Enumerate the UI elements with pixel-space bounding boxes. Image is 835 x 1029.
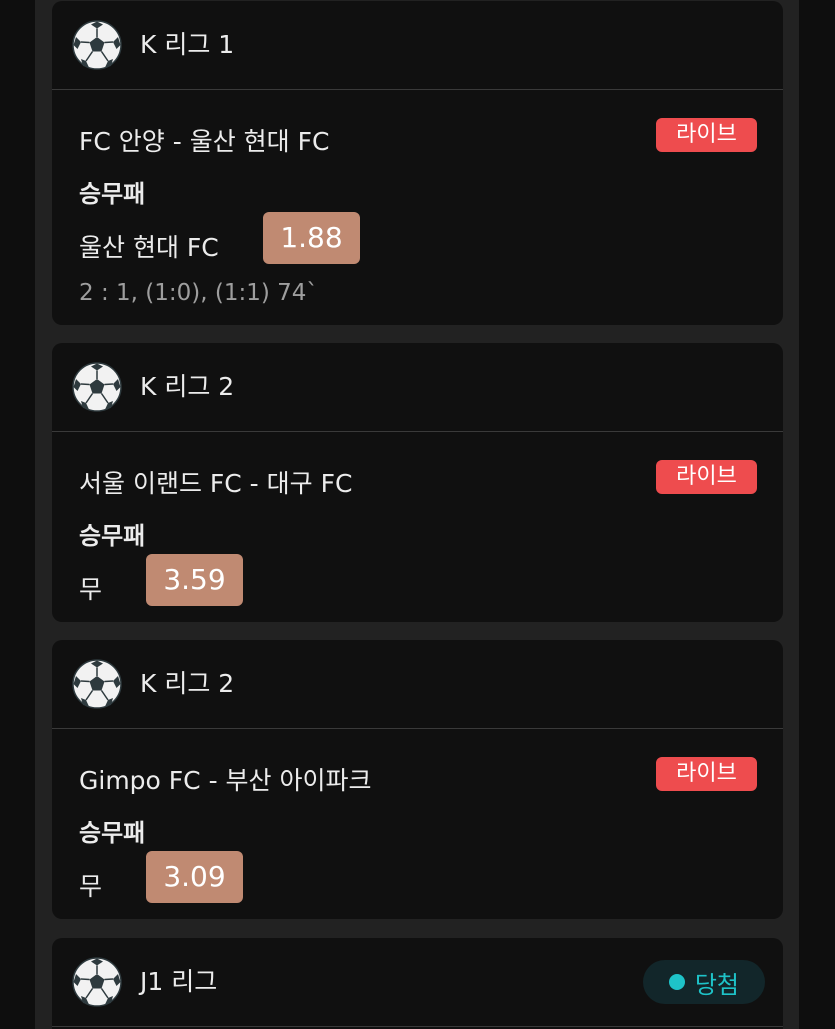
selected-pick: 울산 현대 FC xyxy=(79,233,219,262)
status-text: 당첨 xyxy=(694,970,739,999)
card-header: K 리그 2 xyxy=(52,343,783,432)
match-title: FC 안양 - 울산 현대 FC xyxy=(79,127,330,156)
bet-card[interactable]: J1 리그 당첨 xyxy=(52,938,783,1029)
odds-value: 3.09 xyxy=(146,851,243,903)
live-badge: 라이브 xyxy=(656,460,757,494)
soccer-ball-icon xyxy=(72,957,122,1007)
card-header: K 리그 1 xyxy=(52,1,783,90)
league-name: K 리그 1 xyxy=(140,30,235,59)
match-title: Gimpo FC - 부산 아이파크 xyxy=(79,766,372,795)
match-title: 서울 이랜드 FC - 대구 FC xyxy=(79,469,353,498)
market-type: 승무패 xyxy=(79,180,146,208)
live-badge: 라이브 xyxy=(656,757,757,791)
league-name: K 리그 2 xyxy=(140,669,235,698)
bet-card[interactable]: K 리그 1 FC 안양 - 울산 현대 FC 라이브 승무패 울산 현대 FC… xyxy=(52,1,783,325)
bet-card[interactable]: K 리그 2 Gimpo FC - 부산 아이파크 라이브 승무패 무 3.09 xyxy=(52,640,783,919)
bet-card[interactable]: K 리그 2 서울 이랜드 FC - 대구 FC 라이브 승무패 무 3.59 xyxy=(52,343,783,622)
soccer-ball-icon xyxy=(72,362,122,412)
league-name: J1 리그 xyxy=(140,967,218,996)
market-type: 승무패 xyxy=(79,819,146,847)
card-header: J1 리그 당첨 xyxy=(52,938,783,1027)
odds-value: 3.59 xyxy=(146,554,243,606)
selected-pick: 무 xyxy=(79,575,103,604)
status-dot-icon xyxy=(668,974,685,990)
odds-value: 1.88 xyxy=(263,212,360,264)
league-name: K 리그 2 xyxy=(140,372,235,401)
soccer-ball-icon xyxy=(72,20,122,70)
win-status-badge: 당첨 xyxy=(642,960,765,1004)
live-badge: 라이브 xyxy=(656,118,757,152)
card-header: K 리그 2 xyxy=(52,640,783,729)
selected-pick: 무 xyxy=(79,872,103,901)
market-type: 승무패 xyxy=(79,522,146,550)
bet-history-page: K 리그 1 FC 안양 - 울산 현대 FC 라이브 승무패 울산 현대 FC… xyxy=(0,0,835,1029)
soccer-ball-icon xyxy=(72,659,122,709)
match-score: 2 : 1, (1:0), (1:1) 74` xyxy=(79,280,318,306)
